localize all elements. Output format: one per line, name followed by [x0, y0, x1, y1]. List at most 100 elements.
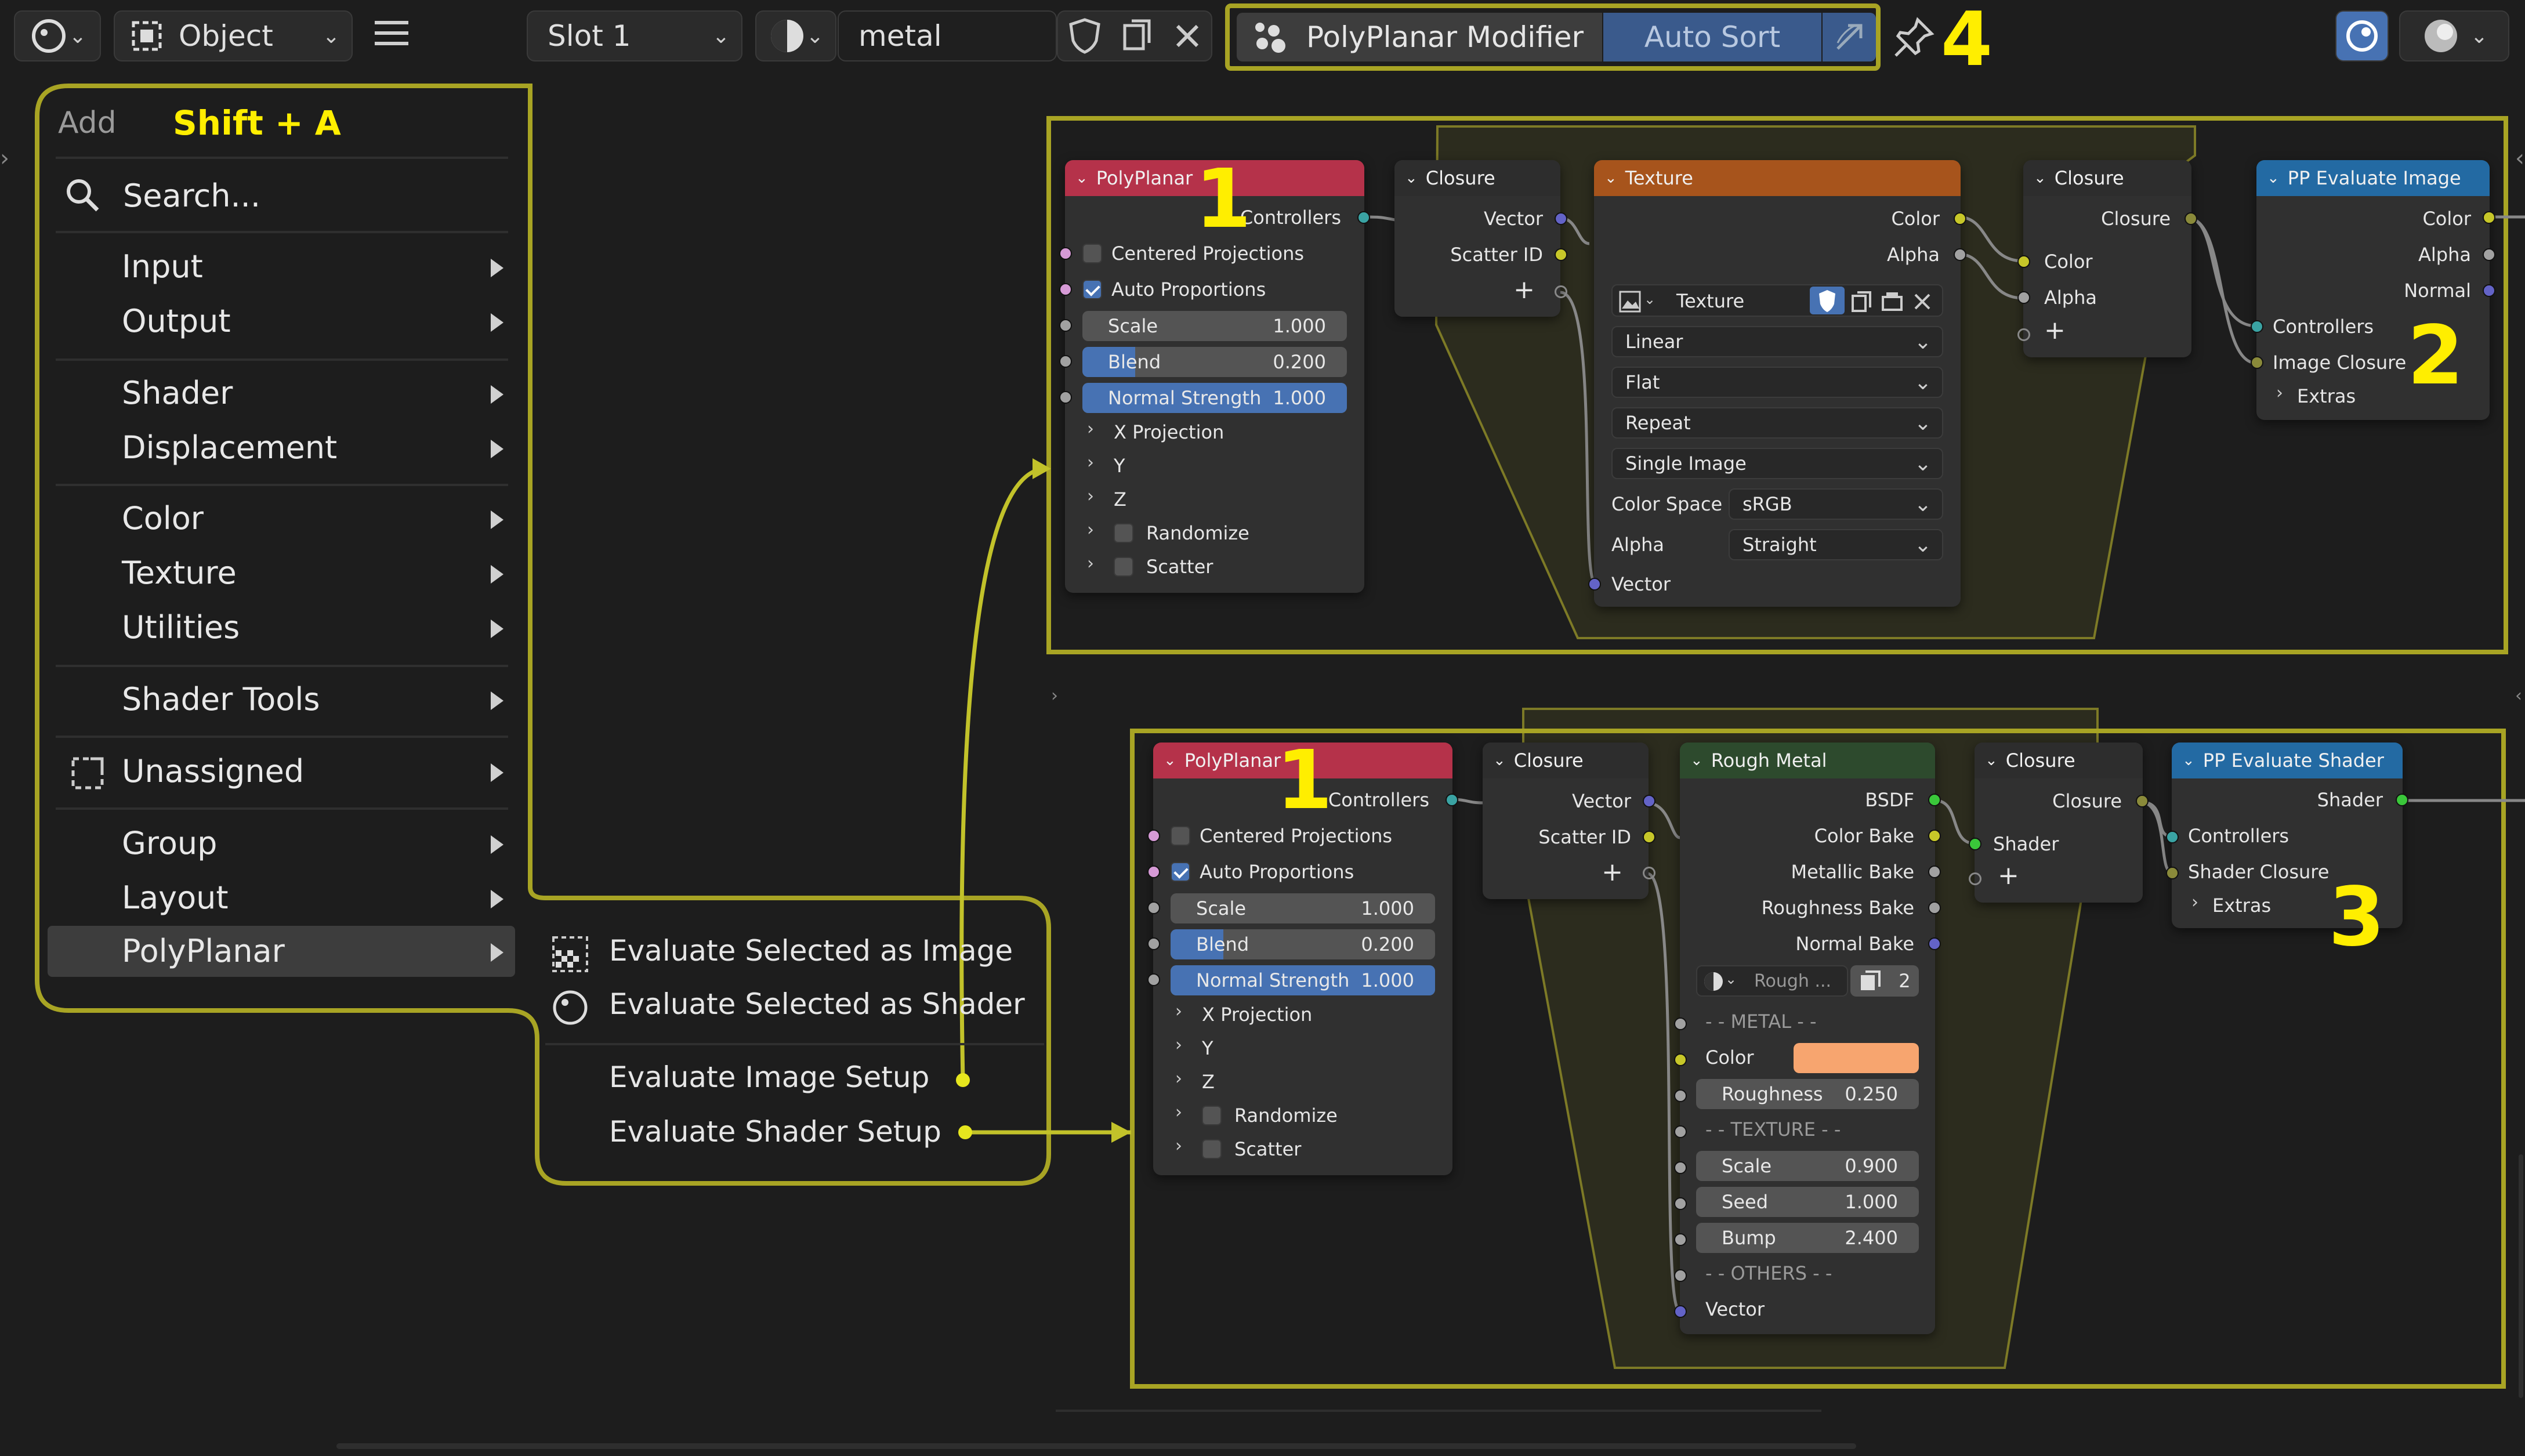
add-item-icon[interactable]: +	[2044, 316, 2066, 345]
collapse-chevron-icon[interactable]: ⌄	[1690, 752, 1703, 769]
menu-item-shader[interactable]: Shader	[122, 375, 233, 411]
menu-item-layout[interactable]: Layout	[122, 879, 229, 916]
input-socket[interactable]	[1147, 973, 1160, 986]
input-socket[interactable]	[2251, 320, 2263, 333]
color-swatch[interactable]	[1794, 1043, 1919, 1073]
menu-item-group[interactable]: Group	[122, 825, 217, 861]
menu-item-shader-tools[interactable]: Shader Tools	[122, 681, 320, 718]
expand-arrow-icon[interactable]: ›	[1175, 1136, 1182, 1156]
node-header[interactable]: ⌄ PP Evaluate Image	[2256, 160, 2490, 196]
centered-projections-checkbox[interactable]	[1082, 244, 1102, 263]
output-socket[interactable]	[1643, 831, 1655, 843]
input-socket[interactable]	[1147, 865, 1160, 878]
input-socket[interactable]	[1969, 838, 1981, 850]
output-socket[interactable]	[2136, 795, 2149, 807]
output-socket-empty[interactable]	[1643, 867, 1655, 879]
input-socket[interactable]	[1147, 830, 1160, 842]
input-socket[interactable]	[1674, 1089, 1687, 1102]
panel-label[interactable]: Extras	[2297, 385, 2356, 407]
node-closure-bottom-1[interactable]: ⌄ Closure Vector Scatter ID +	[1483, 743, 1649, 899]
fake-user-shield-button[interactable]	[1810, 287, 1845, 314]
output-socket[interactable]	[1928, 901, 1941, 914]
panel-label[interactable]: Scatter	[1146, 556, 1213, 578]
expand-arrow-icon[interactable]: ›	[1175, 1069, 1182, 1089]
expand-arrow-icon[interactable]: ›	[1087, 486, 1094, 506]
expand-arrow-icon[interactable]: ›	[1087, 419, 1094, 439]
collapse-chevron-icon[interactable]: ⌄	[1493, 752, 1506, 769]
expand-arrow-icon[interactable]: ›	[1087, 452, 1094, 473]
input-socket[interactable]	[1147, 937, 1160, 950]
submenu-evaluate-image-setup[interactable]: Evaluate Image Setup	[609, 1060, 929, 1094]
extension-dropdown[interactable]: Repeat ⌄	[1611, 407, 1943, 439]
expand-arrow-icon[interactable]: ›	[1175, 1035, 1182, 1055]
menu-item-unassigned[interactable]: Unassigned	[122, 753, 304, 789]
node-header[interactable]: ⌄ Closure	[2023, 160, 2191, 196]
input-socket[interactable]	[2166, 867, 2179, 879]
submenu-evaluate-selected-image[interactable]: Evaluate Selected as Image	[609, 934, 1013, 968]
users-count-button[interactable]: 2	[1850, 965, 1919, 997]
panel-label[interactable]: X Projection	[1114, 421, 1224, 443]
color-space-dropdown[interactable]: sRGB ⌄	[1729, 488, 1943, 520]
panel-label[interactable]: Y	[1114, 455, 1125, 477]
add-item-icon[interactable]: +	[1602, 857, 1623, 887]
node-texture-top[interactable]: ⌄ Texture Color Alpha ⌄ Texture Linear ⌄ F…	[1594, 160, 1961, 607]
close-icon[interactable]	[1911, 290, 1934, 313]
panel-label[interactable]: Z	[1202, 1071, 1215, 1093]
normal-strength-field[interactable]: Normal Strength 1.000	[1082, 383, 1347, 413]
output-socket[interactable]	[1555, 248, 1567, 261]
output-socket[interactable]	[1643, 795, 1655, 807]
panel-label[interactable]: X Projection	[1202, 1004, 1312, 1026]
interpolation-dropdown[interactable]: Linear ⌄	[1611, 326, 1943, 357]
input-socket-empty[interactable]	[1969, 872, 1981, 885]
output-socket[interactable]	[1928, 937, 1941, 950]
node-rough-metal[interactable]: ⌄ Rough Metal BSDF Color Bake Metallic Ba…	[1680, 743, 1935, 1334]
node-closure-bottom-2[interactable]: ⌄ Closure Closure Shader +	[1975, 743, 2143, 903]
randomize-checkbox[interactable]	[1114, 523, 1133, 543]
panel-label[interactable]: Scatter	[1234, 1138, 1301, 1160]
centered-projections-checkbox[interactable]	[1171, 826, 1190, 846]
collapse-chevron-icon[interactable]: ⌄	[2182, 752, 2195, 769]
output-socket-empty[interactable]	[1555, 285, 1567, 298]
expand-arrow-icon[interactable]: ›	[2191, 892, 2198, 912]
menu-item-color[interactable]: Color	[122, 500, 204, 537]
input-socket[interactable]	[2017, 291, 2030, 304]
input-socket[interactable]	[1059, 391, 1072, 404]
expand-arrow-icon[interactable]: ›	[1087, 520, 1094, 540]
panel-label[interactable]: Randomize	[1146, 522, 1249, 544]
output-socket[interactable]	[1446, 794, 1458, 806]
output-socket[interactable]	[2483, 248, 2495, 261]
collapse-chevron-icon[interactable]: ⌄	[1075, 169, 1088, 187]
input-socket[interactable]	[1674, 1161, 1687, 1174]
output-socket[interactable]	[2396, 794, 2408, 806]
output-socket[interactable]	[1928, 865, 1941, 878]
output-socket[interactable]	[1928, 830, 1941, 842]
projection-dropdown[interactable]: Flat ⌄	[1611, 367, 1943, 398]
output-socket[interactable]	[1357, 211, 1370, 224]
input-socket[interactable]	[1059, 283, 1072, 296]
node-closure-top-1[interactable]: ⌄ Closure Vector Scatter ID +	[1394, 160, 1560, 317]
collapse-chevron-icon[interactable]: ⌄	[1604, 169, 1617, 187]
output-socket[interactable]	[1928, 794, 1941, 806]
duplicate-icon[interactable]	[1849, 289, 1875, 314]
menu-item-displacement[interactable]: Displacement	[122, 429, 337, 466]
add-item-icon[interactable]: +	[1998, 861, 2019, 890]
menu-item-polyplanar[interactable]: PolyPlanar	[122, 933, 285, 969]
blend-field[interactable]: Blend 0.200	[1082, 347, 1347, 377]
panel-label[interactable]: Z	[1114, 488, 1126, 510]
menu-item-input[interactable]: Input	[122, 248, 203, 285]
source-dropdown[interactable]: Single Image ⌄	[1611, 448, 1943, 479]
submenu-evaluate-shader-setup[interactable]: Evaluate Shader Setup	[609, 1115, 941, 1149]
output-socket[interactable]	[2483, 211, 2495, 224]
reload-icon[interactable]	[1879, 289, 1905, 314]
randomize-checkbox[interactable]	[1202, 1106, 1222, 1125]
expand-arrow-icon[interactable]: ›	[1175, 1001, 1182, 1022]
input-socket[interactable]	[1674, 1305, 1687, 1318]
collapse-chevron-icon[interactable]: ⌄	[2034, 169, 2046, 187]
collapse-chevron-icon[interactable]: ⌄	[1164, 752, 1176, 769]
node-group-selector[interactable]: ⌄ Rough ...	[1696, 965, 1848, 997]
alpha-mode-dropdown[interactable]: Straight ⌄	[1729, 529, 1943, 560]
node-header[interactable]: ⌄ Closure	[1483, 743, 1649, 778]
input-socket[interactable]	[1674, 1053, 1687, 1066]
scale-field[interactable]: Scale 1.000	[1082, 311, 1347, 341]
menu-item-texture[interactable]: Texture	[122, 555, 237, 591]
